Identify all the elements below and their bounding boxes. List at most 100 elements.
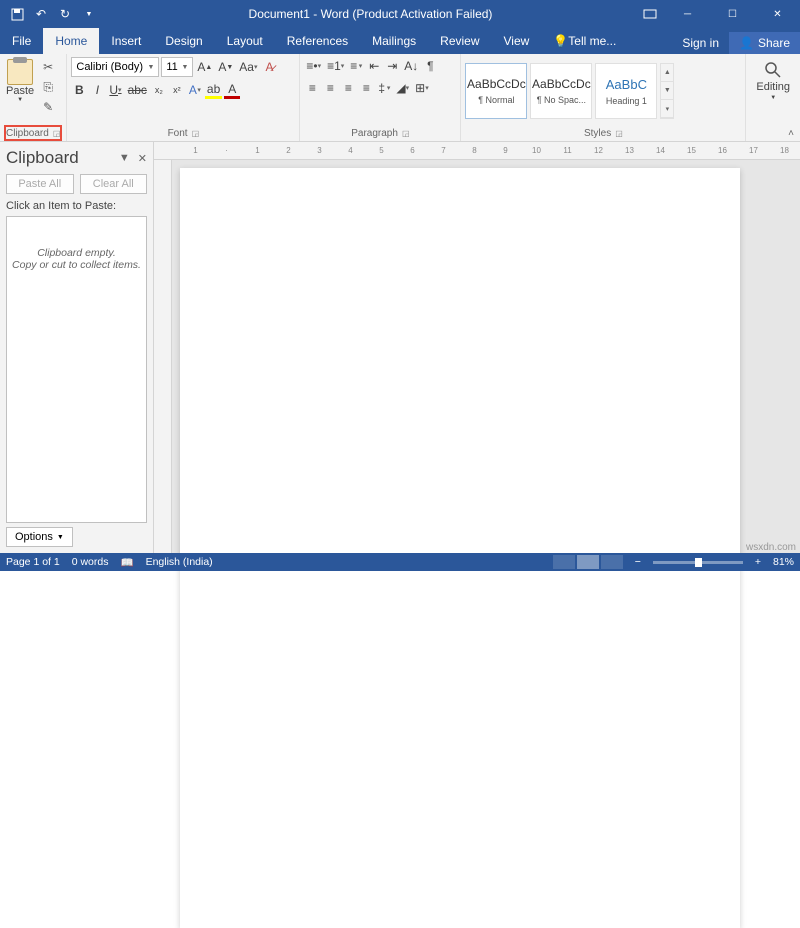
numbering-icon[interactable]: ≡1▾ xyxy=(325,57,346,75)
align-left-icon[interactable]: ≡ xyxy=(304,79,320,97)
tab-mailings[interactable]: Mailings xyxy=(360,28,428,54)
save-icon[interactable] xyxy=(6,3,28,25)
clear-formatting-icon[interactable]: A̷ xyxy=(261,58,277,76)
font-group-label: Font◲ xyxy=(71,125,295,141)
tab-view[interactable]: View xyxy=(492,28,542,54)
undo-icon[interactable]: ↶ xyxy=(30,3,52,25)
ribbon-display-icon[interactable] xyxy=(635,0,665,28)
clear-all-button[interactable]: Clear All xyxy=(80,174,148,194)
font-launcher-icon[interactable]: ◲ xyxy=(192,129,200,138)
group-styles: AaBbCcDc ¶ Normal AaBbCcDc ¶ No Spac... … xyxy=(461,54,746,141)
clipboard-launcher-icon[interactable]: ◲ xyxy=(53,129,61,138)
ribbon: Paste▼ ✂ ⎘ ✎ Clipboard◲ Calibri (Body)▼ … xyxy=(0,54,800,142)
bold-button[interactable]: B xyxy=(71,81,87,99)
shading-icon[interactable]: ◢▾ xyxy=(394,79,411,97)
align-center-icon[interactable]: ≡ xyxy=(322,79,338,97)
minimize-button[interactable]: ─ xyxy=(665,0,710,28)
close-button[interactable]: ✕ xyxy=(755,0,800,28)
window-controls: ─ ☐ ✕ xyxy=(635,0,800,28)
tab-review[interactable]: Review xyxy=(428,28,491,54)
clipboard-items-list: Clipboard empty. Copy or cut to collect … xyxy=(6,216,147,523)
align-right-icon[interactable]: ≡ xyxy=(340,79,356,97)
pane-menu-icon[interactable]: ▼ xyxy=(119,152,130,165)
style-no-spacing[interactable]: AaBbCcDc ¶ No Spac... xyxy=(530,63,592,119)
print-layout-icon[interactable] xyxy=(577,555,599,569)
style-normal[interactable]: AaBbCcDc ¶ Normal xyxy=(465,63,527,119)
line-spacing-icon[interactable]: ‡▾ xyxy=(376,79,392,97)
paragraph-launcher-icon[interactable]: ◲ xyxy=(402,129,410,138)
empty-line2: Copy or cut to collect items. xyxy=(12,259,141,271)
language-status[interactable]: English (India) xyxy=(146,556,213,568)
shrink-font-icon[interactable]: A▼ xyxy=(216,58,235,76)
decrease-indent-icon[interactable]: ⇤ xyxy=(366,57,382,75)
spell-check-icon[interactable]: 📖 xyxy=(120,556,133,569)
zoom-out-icon[interactable]: − xyxy=(635,556,641,568)
cut-icon[interactable]: ✂ xyxy=(40,59,56,75)
tab-home[interactable]: Home xyxy=(43,28,99,54)
superscript-button[interactable]: x² xyxy=(169,81,185,99)
sort-icon[interactable]: A↓ xyxy=(402,57,420,75)
status-bar: Page 1 of 1 0 words 📖 English (India) − … xyxy=(0,553,800,571)
bullets-icon[interactable]: ≡•▾ xyxy=(304,57,323,75)
tab-design[interactable]: Design xyxy=(153,28,214,54)
tell-me-label: Tell me... xyxy=(568,34,616,48)
grow-font-icon[interactable]: A▲ xyxy=(195,58,214,76)
main-area: Clipboard ▼ ✕ Paste All Clear All Click … xyxy=(0,142,800,555)
show-marks-icon[interactable]: ¶ xyxy=(422,57,438,75)
maximize-button[interactable]: ☐ xyxy=(710,0,755,28)
share-icon: 👤 xyxy=(739,36,754,50)
group-paragraph: ≡•▾ ≡1▾ ≡▾ ⇤ ⇥ A↓ ¶ ≡ ≡ ≡ ≡ ‡▾ ◢▾ ⊞▾ Par… xyxy=(300,54,461,141)
strikethrough-button[interactable]: abc xyxy=(126,81,149,99)
italic-button[interactable]: I xyxy=(89,81,105,99)
styles-group-label: Styles◲ xyxy=(465,125,741,141)
styles-scroll[interactable]: ▲▼▾ xyxy=(660,63,674,119)
word-count[interactable]: 0 words xyxy=(72,556,109,568)
styles-launcher-icon[interactable]: ◲ xyxy=(615,129,623,138)
font-size-combo[interactable]: 11▼ xyxy=(161,57,193,77)
zoom-level[interactable]: 81% xyxy=(773,556,794,568)
zoom-slider[interactable] xyxy=(653,561,743,564)
zoom-in-icon[interactable]: + xyxy=(755,556,761,568)
share-label: Share xyxy=(758,36,790,50)
web-layout-icon[interactable] xyxy=(601,555,623,569)
tab-file[interactable]: File xyxy=(0,28,43,54)
change-case-icon[interactable]: Aa▾ xyxy=(237,58,259,76)
share-button[interactable]: 👤 Share xyxy=(729,32,800,54)
tell-me[interactable]: 💡 Tell me... xyxy=(541,28,628,54)
font-color-icon[interactable]: A xyxy=(224,81,240,99)
text-effects-icon[interactable]: A▾ xyxy=(187,81,203,99)
options-button[interactable]: Options▼ xyxy=(6,527,73,547)
pane-close-icon[interactable]: ✕ xyxy=(138,152,147,165)
copy-icon[interactable]: ⎘ xyxy=(40,79,56,95)
tab-references[interactable]: References xyxy=(275,28,360,54)
highlight-icon[interactable]: ab xyxy=(205,81,222,99)
horizontal-ruler[interactable]: 1·123456789101112131415161718 xyxy=(154,142,800,160)
sign-in-button[interactable]: Sign in xyxy=(672,36,729,50)
justify-icon[interactable]: ≡ xyxy=(358,79,374,97)
paste-label: Paste xyxy=(6,85,34,97)
empty-line1: Clipboard empty. xyxy=(37,247,116,259)
vertical-ruler[interactable] xyxy=(154,160,172,555)
format-painter-icon[interactable]: ✎ xyxy=(40,99,56,115)
zoom-thumb[interactable] xyxy=(695,558,702,567)
document-page[interactable] xyxy=(180,168,740,928)
paste-button[interactable]: Paste▼ xyxy=(4,57,36,105)
style-heading1[interactable]: AaBbC Heading 1 xyxy=(595,63,657,119)
increase-indent-icon[interactable]: ⇥ xyxy=(384,57,400,75)
tab-layout[interactable]: Layout xyxy=(215,28,275,54)
collapse-ribbon-icon[interactable]: ˄ xyxy=(788,128,794,139)
qat-customize-icon[interactable]: ▼ xyxy=(78,3,100,25)
read-mode-icon[interactable] xyxy=(553,555,575,569)
underline-button[interactable]: U▾ xyxy=(107,81,123,99)
clipboard-group-label[interactable]: Clipboard◲ xyxy=(4,125,62,141)
borders-icon[interactable]: ⊞▾ xyxy=(413,79,431,97)
paste-all-button[interactable]: Paste All xyxy=(6,174,74,194)
font-name-combo[interactable]: Calibri (Body)▼ xyxy=(71,57,159,77)
page-status[interactable]: Page 1 of 1 xyxy=(6,556,60,568)
editing-button[interactable]: Editing ▼ xyxy=(750,57,796,125)
subscript-button[interactable]: x₂ xyxy=(151,81,167,99)
multilevel-icon[interactable]: ≡▾ xyxy=(348,57,364,75)
watermark: wsxdn.com xyxy=(746,542,796,553)
redo-icon[interactable]: ↻ xyxy=(54,3,76,25)
tab-insert[interactable]: Insert xyxy=(99,28,153,54)
